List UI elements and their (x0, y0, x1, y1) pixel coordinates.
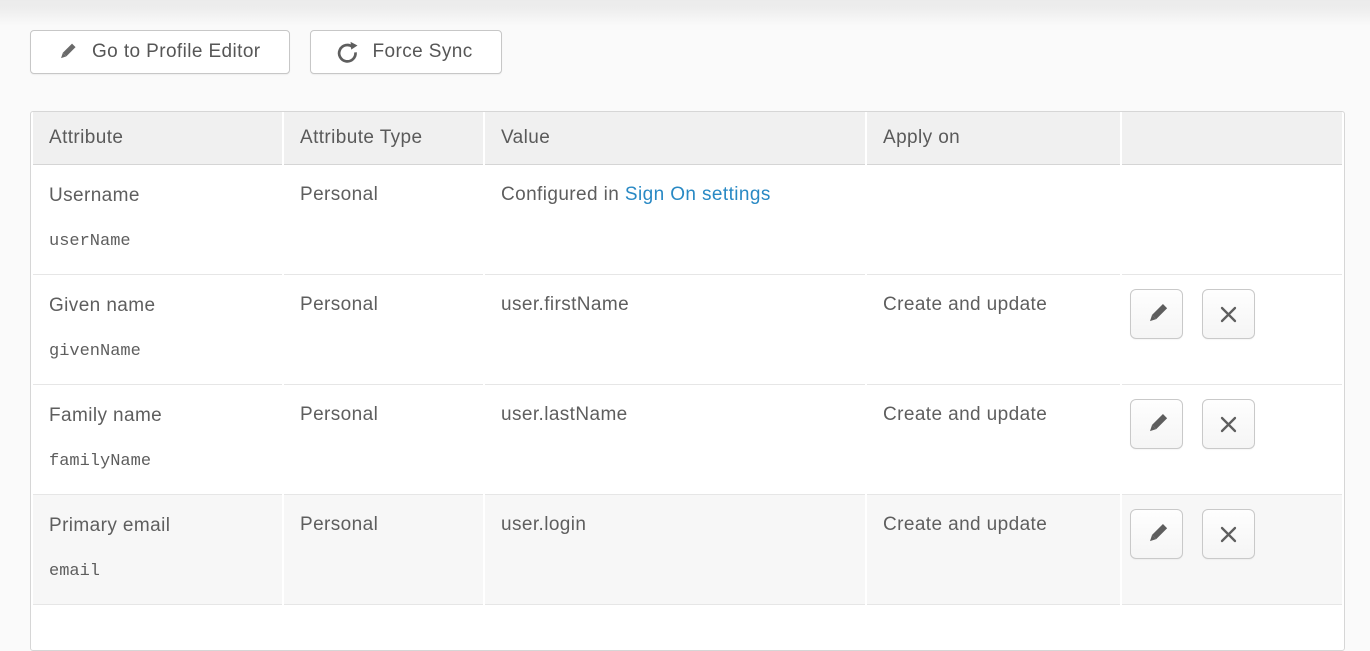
attribute-type-cell: Personal (284, 385, 483, 495)
attribute-variable-name: userName (49, 232, 266, 251)
attribute-label: Given name (49, 294, 266, 318)
column-header-apply-on: Apply on (867, 112, 1120, 165)
apply-on-cell: Create and update (867, 275, 1120, 385)
top-fade (0, 0, 1370, 26)
value-cell: user.lastName (485, 385, 865, 495)
value-cell: Configured in Sign On settings (485, 165, 865, 275)
pencil-icon (1144, 301, 1170, 327)
row-actions (1130, 399, 1334, 449)
value-cell: user.login (485, 495, 865, 605)
attribute-variable-name: givenName (49, 342, 266, 361)
attribute-mapping-table: Attribute Attribute Type Value Apply on … (30, 111, 1345, 651)
pencil-icon (1144, 521, 1170, 547)
refresh-icon (336, 41, 359, 64)
apply-on-cell: Create and update (867, 495, 1120, 605)
attribute-variable-name: email (49, 562, 266, 581)
force-sync-button[interactable]: Force Sync (310, 30, 502, 74)
attribute-type-cell: Personal (284, 165, 483, 275)
close-icon (1218, 524, 1239, 545)
attribute-variable-name: familyName (49, 452, 266, 471)
value-prefix: Configured in (501, 184, 625, 205)
go-to-profile-editor-label: Go to Profile Editor (92, 41, 261, 63)
go-to-profile-editor-button[interactable]: Go to Profile Editor (30, 30, 290, 74)
attribute-type-cell: Personal (284, 495, 483, 605)
edit-attribute-button[interactable] (1130, 509, 1183, 559)
pencil-icon (1144, 411, 1170, 437)
edit-attribute-button[interactable] (1130, 289, 1183, 339)
table-row: Given name givenName Personal user.first… (33, 275, 1342, 385)
force-sync-label: Force Sync (373, 41, 473, 63)
table-header-row: Attribute Attribute Type Value Apply on (33, 112, 1342, 165)
row-actions (1130, 509, 1334, 559)
toolbar: Go to Profile Editor Force Sync (30, 30, 502, 74)
attribute-label: Family name (49, 404, 266, 428)
column-header-value: Value (485, 112, 865, 165)
table-row: Username userName Personal Configured in… (33, 165, 1342, 275)
column-header-attribute: Attribute (33, 112, 282, 165)
column-header-actions (1122, 112, 1342, 165)
table-filler-row (33, 605, 1342, 624)
value-cell: user.firstName (485, 275, 865, 385)
apply-on-cell: Create and update (867, 385, 1120, 495)
column-header-attribute-type: Attribute Type (284, 112, 483, 165)
delete-attribute-button[interactable] (1202, 289, 1255, 339)
table-row: Family name familyName Personal user.las… (33, 385, 1342, 495)
table-row: Primary email email Personal user.login … (33, 495, 1342, 605)
close-icon (1218, 304, 1239, 325)
edit-attribute-button[interactable] (1130, 399, 1183, 449)
delete-attribute-button[interactable] (1202, 509, 1255, 559)
close-icon (1218, 414, 1239, 435)
apply-on-cell (867, 165, 1120, 275)
attribute-label: Primary email (49, 514, 266, 538)
sign-on-settings-link[interactable]: Sign On settings (625, 184, 771, 205)
delete-attribute-button[interactable] (1202, 399, 1255, 449)
attribute-label: Username (49, 184, 266, 208)
row-actions (1130, 289, 1334, 339)
pencil-icon (56, 41, 78, 63)
attribute-type-cell: Personal (284, 275, 483, 385)
